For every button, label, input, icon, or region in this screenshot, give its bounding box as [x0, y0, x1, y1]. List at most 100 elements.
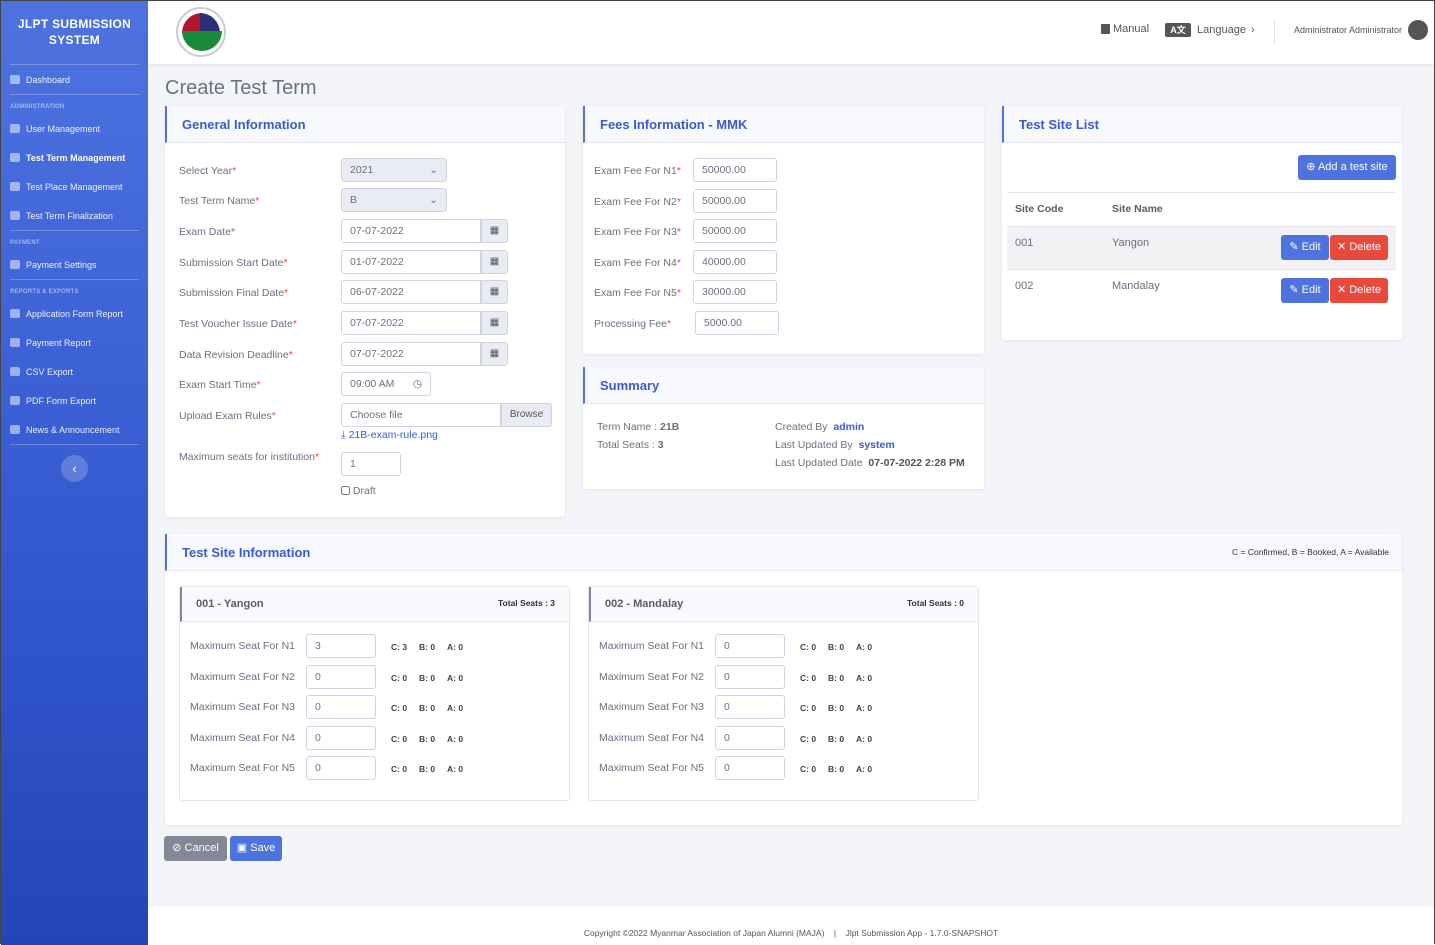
manual-link[interactable]: Manual	[1101, 23, 1149, 35]
test-term-name-select[interactable]: B ⌄	[341, 188, 447, 212]
calendar-icon[interactable]: ▦	[481, 250, 508, 274]
id-card-icon	[10, 211, 20, 220]
date-input[interactable]: 06-07-2022	[341, 280, 481, 304]
exam-rule-file-link[interactable]: ⤓ 21B-exam-rule.png	[341, 429, 438, 442]
site-code: 001	[1015, 237, 1034, 249]
language-label: Language	[1197, 24, 1246, 36]
seat-input[interactable]: 0	[306, 725, 376, 750]
close-icon: ✕	[1336, 241, 1347, 253]
download-icon: ⤓	[341, 429, 346, 441]
sidebar-item-csv-export[interactable]: CSV Export	[1, 357, 148, 386]
fee-label: Exam Fee For N4*	[594, 256, 681, 269]
seat-input[interactable]: 0	[715, 634, 785, 658]
sidebar-item-user-management[interactable]: User Management	[1, 114, 148, 143]
calendar-icon[interactable]: ▦	[481, 219, 508, 243]
fee-input[interactable]: 40000.00	[693, 249, 777, 274]
max-seats-input[interactable]: 1	[341, 452, 401, 476]
year-select[interactable]: 2021 ⌄	[341, 158, 447, 182]
fee-input[interactable]: 30000.00	[693, 280, 777, 304]
sidebar-item-test-term-management[interactable]: Test Term Management	[1, 143, 148, 172]
field-label: Exam Start Time*	[179, 379, 261, 391]
status-legend: C = Confirmed, B = Booked, A = Available	[1232, 547, 1389, 557]
field-label: Submission Start Date*	[179, 257, 288, 269]
user-menu[interactable]: Administrator Administrator	[1294, 20, 1429, 40]
page-title: Create Test Term	[165, 77, 317, 99]
header-site-code: Site Code	[1015, 203, 1064, 215]
confirmed-count: C: 0	[800, 672, 817, 683]
sidebar-item-payment-settings[interactable]: Payment Settings	[1, 250, 148, 279]
building-icon	[10, 182, 20, 191]
book-icon	[1101, 24, 1110, 34]
booked-count: B: 0	[828, 733, 845, 744]
calendar-icon[interactable]: ▦	[481, 342, 508, 366]
fee-input[interactable]: 50000.00	[693, 188, 777, 213]
confirmed-count: C: 0	[391, 764, 408, 774]
fees-information-card: Fees Information - MMK Exam Fee For N1* 5…	[583, 106, 984, 354]
general-information-card: General Information Select Year* 2021 ⌄ Tes…	[165, 106, 565, 517]
save-button[interactable]: ▣ Save	[230, 836, 282, 861]
sidebar-item-label: Payment Settings	[26, 259, 97, 270]
sidebar-item-test-place-management[interactable]: Test Place Management	[1, 172, 148, 201]
seat-input[interactable]: 0	[715, 664, 785, 689]
date-input[interactable]: 07-07-2022	[341, 219, 481, 243]
site-seat-card: 001 - Yangon Total Seats : 3 Maximum Seat …	[179, 586, 570, 801]
pencil-icon: ✎	[1289, 284, 1299, 296]
seat-input[interactable]: 0	[715, 725, 785, 750]
seat-input[interactable]: 0	[306, 756, 376, 780]
created-by: Created By admin	[775, 421, 865, 433]
file-input[interactable]: Choose file	[341, 403, 501, 427]
delete-button[interactable]: ✕ Delete	[1330, 235, 1388, 260]
seat-input[interactable]: 0	[715, 756, 785, 780]
sidebar-item-test-term-finalization[interactable]: Test Term Finalization	[1, 201, 148, 230]
fee-label: Exam Fee For N2*	[594, 195, 681, 208]
seat-input[interactable]: 0	[715, 695, 785, 719]
fee-input[interactable]: 50000.00	[693, 158, 777, 182]
date-input[interactable]: 01-07-2022	[341, 250, 481, 274]
sidebar-item-dashboard[interactable]: Dashboard	[1, 65, 148, 94]
delete-button[interactable]: ✕ Delete	[1330, 278, 1388, 303]
file-pdf-icon	[10, 396, 20, 405]
last-updated-by: Last Updated By system	[775, 439, 895, 451]
seat-label: Maximum Seat For N4	[190, 731, 296, 744]
available-count: A: 0	[856, 703, 873, 713]
confirmed-count: C: 0	[391, 703, 408, 713]
sidebar-heading: REPORTS & EXPORTS	[10, 289, 79, 295]
add-test-site-button[interactable]: ⊕ Add a test site	[1298, 155, 1396, 180]
tachometer-icon	[10, 75, 20, 84]
sidebar-item-label: User Management	[26, 123, 101, 134]
time-input[interactable]: 09:00 AM ◷	[341, 372, 431, 396]
seat-input[interactable]: 0	[306, 695, 376, 719]
edit-button[interactable]: ✎ Edit	[1281, 278, 1329, 303]
cancel-button[interactable]: ⊘ Cancel	[164, 836, 227, 861]
browse-button[interactable]: Browse	[501, 403, 552, 427]
sidebar-toggle-button[interactable]: ‹	[61, 455, 88, 482]
footer: Copyright ©2022 Myanmar Association of J…	[148, 907, 1434, 945]
chevron-down-icon: ⌄	[429, 194, 438, 206]
calendar-icon[interactable]: ▦	[481, 280, 508, 304]
test-site-information-card: Test Site Information C = Confirmed, B =…	[165, 534, 1402, 825]
fee-input[interactable]: 5000.00	[695, 310, 779, 335]
summary-card: Summary Term Name : 21B Total Seats : 3 …	[583, 367, 984, 489]
confirmed-count: C: 3	[391, 642, 408, 652]
booked-count: B: 0	[419, 672, 436, 683]
fee-input[interactable]: 50000.00	[693, 219, 777, 243]
language-menu[interactable]: A文 Language ›	[1165, 23, 1255, 37]
seat-input[interactable]: 0	[306, 664, 376, 689]
maja-logo	[176, 7, 226, 57]
site-code: 002	[1015, 280, 1034, 292]
available-count: A: 0	[856, 642, 873, 652]
calendar-icon[interactable]: ▦	[481, 311, 508, 335]
sidebar-item-news-announcement[interactable]: News & Announcement	[1, 415, 148, 444]
sidebar-item-pdf-form-export[interactable]: PDF Form Export	[1, 386, 148, 415]
close-icon: ✕	[1336, 284, 1347, 296]
sidebar-item-application-form-report[interactable]: Application Form Report	[1, 299, 148, 328]
draft-checkbox[interactable]: Draft	[341, 485, 376, 497]
date-input[interactable]: 07-07-2022	[341, 311, 481, 335]
date-input[interactable]: 07-07-2022	[341, 342, 481, 366]
header-site-name: Site Name	[1112, 203, 1163, 215]
field-label: Test Term Name*	[179, 195, 260, 207]
sidebar-item-payment-report[interactable]: Payment Report	[1, 328, 148, 357]
seat-input[interactable]: 3	[306, 634, 376, 658]
copyright: Copyright ©2022 Myanmar Association of J…	[583, 928, 825, 938]
edit-button[interactable]: ✎ Edit	[1281, 235, 1329, 260]
